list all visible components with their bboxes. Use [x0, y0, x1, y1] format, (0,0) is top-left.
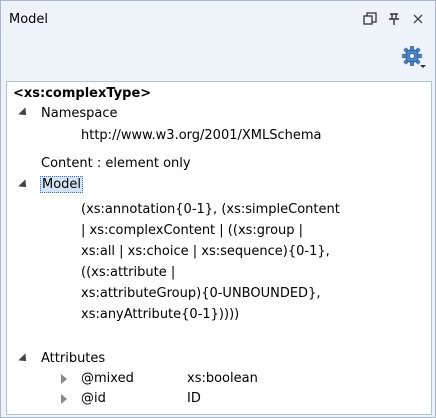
expand-id-icon[interactable]: [61, 394, 67, 404]
panel-titlebar: Model: [1, 1, 435, 37]
model-expression-line: xs:anyAttribute{0-1})))): [81, 307, 240, 322]
namespace-value: http://www.w3.org/2001/XMLSchema: [81, 128, 322, 143]
model-panel: Model <xs:complexType> Namespace http://…: [0, 0, 436, 418]
attributes-label: Attributes: [41, 351, 106, 366]
attribute-name: @mixed: [81, 371, 134, 386]
panel-title: Model: [9, 12, 49, 27]
attribute-type: xs:boolean: [187, 371, 258, 386]
namespace-label: Namespace: [41, 106, 118, 121]
attribute-name: @id: [81, 391, 106, 406]
panel-toolbar: [1, 37, 435, 77]
model-node-label: Model: [40, 176, 84, 193]
tree-root-label: <xs:complexType>: [13, 86, 152, 101]
content-type-label: Content : element only: [41, 156, 191, 171]
close-icon[interactable]: [409, 10, 427, 28]
model-node[interactable]: Model: [40, 175, 84, 195]
float-window-icon[interactable]: [361, 10, 379, 28]
model-tree: <xs:complexType> Namespace http://www.w3…: [6, 81, 432, 415]
pin-icon[interactable]: [385, 10, 403, 28]
settings-gear-icon[interactable]: [401, 45, 427, 71]
expand-mixed-icon[interactable]: [61, 374, 67, 384]
model-expression-line: (xs:annotation{0-1}, (xs:simpleContent: [81, 202, 340, 217]
expand-attributes-icon[interactable]: [18, 353, 30, 365]
attribute-type: ID: [187, 391, 201, 406]
model-expression-line: xs:attributeGroup){0-UNBOUNDED},: [81, 286, 321, 301]
expand-namespace-icon[interactable]: [18, 107, 30, 119]
model-expression-line: | xs:complexContent | ((xs:group |: [81, 223, 304, 238]
model-expression: (xs:annotation{0-1}, (xs:simpleContent |…: [81, 199, 340, 325]
expand-model-icon[interactable]: [18, 179, 30, 191]
model-expression-line: ((xs:attribute |: [81, 265, 176, 280]
model-expression-line: xs:all | xs:choice | xs:sequence){0-1},: [81, 244, 330, 259]
